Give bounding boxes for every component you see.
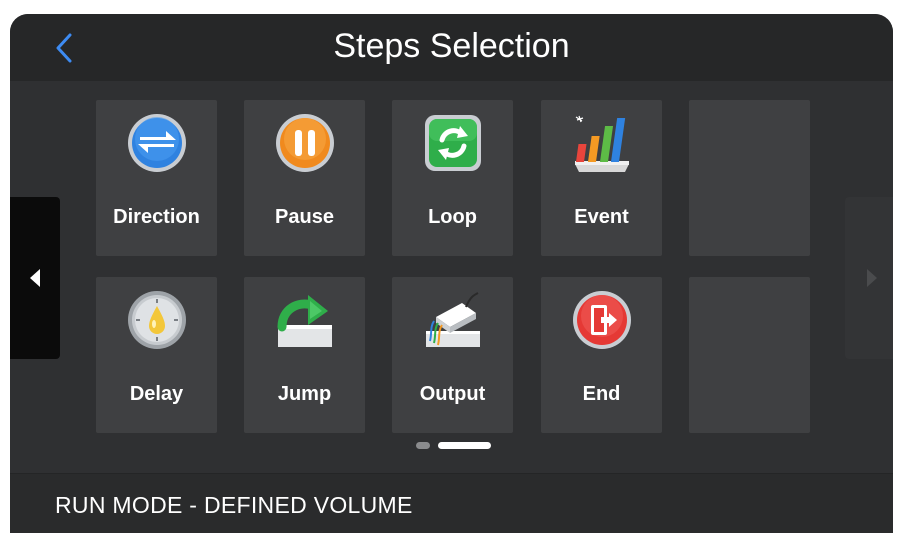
run-mode-status: RUN MODE - DEFINED VOLUME bbox=[55, 492, 413, 518]
step-label: Direction bbox=[113, 206, 200, 228]
step-tile-delay[interactable]: Delay bbox=[96, 277, 217, 433]
page-dot-active bbox=[438, 442, 491, 449]
page-dot-inactive[interactable] bbox=[416, 442, 430, 449]
step-label: End bbox=[582, 383, 621, 405]
step-tile-loop[interactable]: Loop bbox=[392, 100, 513, 256]
step-label: Jump bbox=[277, 383, 332, 405]
delay-timer-icon bbox=[128, 291, 186, 349]
steps-grid: Direction Pause Loop Event Delay Jump Ou… bbox=[10, 81, 893, 473]
step-tile-output[interactable]: Output bbox=[392, 277, 513, 433]
end-exit-icon bbox=[573, 291, 631, 349]
output-device-icon bbox=[426, 292, 480, 347]
device-screen: Steps Selection Direction Pause Loop Eve… bbox=[10, 14, 893, 533]
step-tile-jump[interactable]: Jump bbox=[244, 277, 365, 433]
step-tile-event[interactable]: Event bbox=[541, 100, 662, 256]
header-bar: Steps Selection bbox=[10, 14, 893, 81]
next-page-button bbox=[845, 197, 893, 359]
page-title: Steps Selection bbox=[333, 27, 570, 65]
empty-step-slot bbox=[689, 277, 810, 433]
jump-arrow-icon bbox=[277, 295, 332, 347]
step-label: Loop bbox=[428, 206, 477, 228]
step-tile-end[interactable]: End bbox=[541, 277, 662, 433]
triangle-right-icon bbox=[867, 269, 877, 287]
step-label: Event bbox=[574, 206, 629, 228]
loop-refresh-icon bbox=[425, 115, 481, 171]
direction-swap-icon bbox=[128, 114, 186, 172]
step-label: Output bbox=[419, 383, 486, 405]
step-label: Pause bbox=[275, 206, 334, 228]
event-bar-chart-icon bbox=[575, 115, 629, 172]
step-tile-pause[interactable]: Pause bbox=[244, 100, 365, 256]
status-bar: RUN MODE - DEFINED VOLUME bbox=[10, 473, 893, 533]
triangle-left-icon bbox=[30, 269, 40, 287]
previous-page-button[interactable] bbox=[10, 197, 60, 359]
page-indicator bbox=[10, 442, 893, 452]
step-tile-direction[interactable]: Direction bbox=[96, 100, 217, 256]
step-label: Delay bbox=[129, 383, 184, 405]
empty-step-slot bbox=[689, 100, 810, 256]
pause-icon bbox=[276, 114, 334, 172]
